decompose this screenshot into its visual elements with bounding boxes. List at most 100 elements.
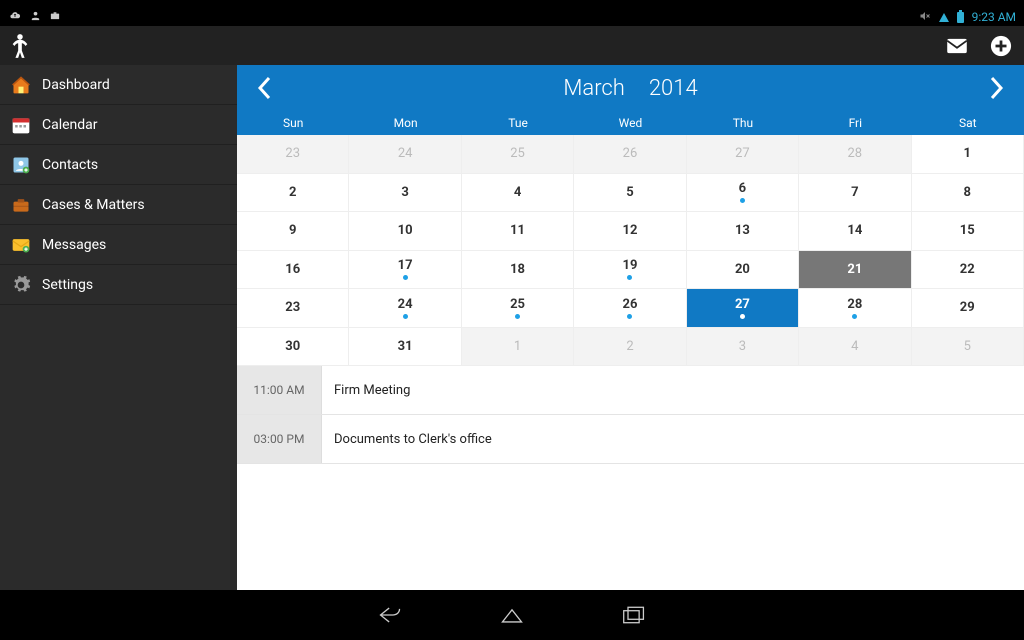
event-dot-icon [740,314,745,319]
status-time: 9:23 AM [972,10,1016,24]
sidebar-item-dashboard[interactable]: Dashboard [0,65,237,105]
weekday-header: SunMonTueWedThuFriSat [237,111,1024,135]
battery-icon [957,12,964,23]
calendar-day[interactable]: 22 [912,251,1024,290]
calendar-day[interactable]: 6 [687,174,799,213]
calendar-day[interactable]: 31 [349,328,461,367]
next-month-button[interactable] [974,65,1020,111]
sidebar-item-settings[interactable]: Settings [0,265,237,305]
event-title: Firm Meeting [322,366,1024,414]
calendar-day[interactable]: 27 [687,135,799,174]
calendar-day[interactable]: 27 [687,289,799,328]
calendar-day[interactable]: 19 [574,251,686,290]
event-time: 11:00 AM [237,366,322,414]
event-time: 03:00 PM [237,415,322,463]
weekday-label: Sat [912,111,1024,135]
calendar-day[interactable]: 1 [462,328,574,367]
event-list: 11:00 AMFirm Meeting03:00 PMDocuments to… [237,366,1024,590]
calendar-day[interactable]: 9 [237,212,349,251]
calendar-day[interactable]: 16 [237,251,349,290]
event-dot-icon [627,314,632,319]
calendar-day[interactable]: 29 [912,289,1024,328]
sidebar-item-messages[interactable]: Messages [0,225,237,265]
briefcase-icon [49,10,61,24]
event-dot-icon [515,314,520,319]
calendar-day[interactable]: 11 [462,212,574,251]
sidebar-item-label: Contacts [42,157,98,173]
weekday-label: Wed [574,111,686,135]
briefcase-icon [10,194,32,216]
calendar-day[interactable]: 15 [912,212,1024,251]
calendar-day[interactable]: 4 [462,174,574,213]
calendar-day[interactable]: 13 [687,212,799,251]
calendar-month[interactable]: March [563,76,624,101]
contacts-icon [10,154,32,176]
calendar-day[interactable]: 20 [687,251,799,290]
calendar-day[interactable]: 26 [574,135,686,174]
calendar-day[interactable]: 23 [237,135,349,174]
event-row[interactable]: 11:00 AMFirm Meeting [237,366,1024,415]
mail-icon[interactable] [946,38,968,54]
calendar-day[interactable]: 5 [574,174,686,213]
calendar-day[interactable]: 14 [799,212,911,251]
event-dot-icon [740,198,745,203]
calendar-day[interactable]: 2 [574,328,686,367]
app-bar [0,26,1024,65]
calendar-day[interactable]: 23 [237,289,349,328]
status-bar: 9:23 AM [0,8,1024,26]
calendar-day[interactable]: 17 [349,251,461,290]
calendar-day[interactable]: 4 [799,328,911,367]
app-logo-icon[interactable] [6,32,34,60]
calendar-day[interactable]: 3 [687,328,799,367]
sidebar-item-contacts[interactable]: Contacts [0,145,237,185]
calendar-day[interactable]: 28 [799,289,911,328]
calendar-day[interactable]: 24 [349,135,461,174]
weekday-label: Sun [237,111,349,135]
sidebar-item-cases[interactable]: Cases & Matters [0,185,237,225]
weekday-label: Tue [462,111,574,135]
calendar-day[interactable]: 25 [462,289,574,328]
calendar-day[interactable]: 26 [574,289,686,328]
prev-month-button[interactable] [241,65,287,111]
calendar-day[interactable]: 12 [574,212,686,251]
sidebar: Dashboard Calendar Contacts Cases & Matt… [0,65,237,590]
calendar-day[interactable]: 10 [349,212,461,251]
cloud-upload-icon [8,10,22,24]
calendar-day[interactable]: 1 [912,135,1024,174]
calendar-grid: 2324252627281234567891011121314151617181… [237,135,1024,366]
sidebar-item-label: Cases & Matters [42,197,145,213]
event-dot-icon [852,314,857,319]
event-row[interactable]: 03:00 PMDocuments to Clerk's office [237,415,1024,464]
home-icon [10,74,32,96]
calendar-year[interactable]: 2014 [649,76,698,101]
calendar-day[interactable]: 28 [799,135,911,174]
calendar-day[interactable]: 18 [462,251,574,290]
sidebar-item-label: Calendar [42,117,98,133]
recent-apps-button[interactable] [618,599,650,631]
event-title: Documents to Clerk's office [322,415,1024,463]
weekday-label: Thu [687,111,799,135]
calendar-day[interactable]: 5 [912,328,1024,367]
sidebar-item-label: Messages [42,237,106,253]
calendar-day[interactable]: 24 [349,289,461,328]
calendar-day[interactable]: 2 [237,174,349,213]
weekday-label: Mon [349,111,461,135]
sidebar-item-calendar[interactable]: Calendar [0,105,237,145]
back-button[interactable] [374,599,406,631]
calendar-day[interactable]: 30 [237,328,349,367]
calendar-day[interactable]: 7 [799,174,911,213]
calendar-day[interactable]: 8 [912,174,1024,213]
gear-icon [10,274,32,296]
home-button[interactable] [496,599,528,631]
calendar-day[interactable]: 25 [462,135,574,174]
calendar-header: March 2014 [237,65,1024,111]
sidebar-item-label: Settings [42,277,93,293]
calendar-day[interactable]: 3 [349,174,461,213]
messages-icon [10,234,32,256]
person-icon [30,10,41,24]
signal-icon [939,13,949,22]
sidebar-item-label: Dashboard [42,77,110,93]
add-icon[interactable] [990,35,1012,57]
mute-icon [919,10,931,25]
calendar-day[interactable]: 21 [799,251,911,290]
